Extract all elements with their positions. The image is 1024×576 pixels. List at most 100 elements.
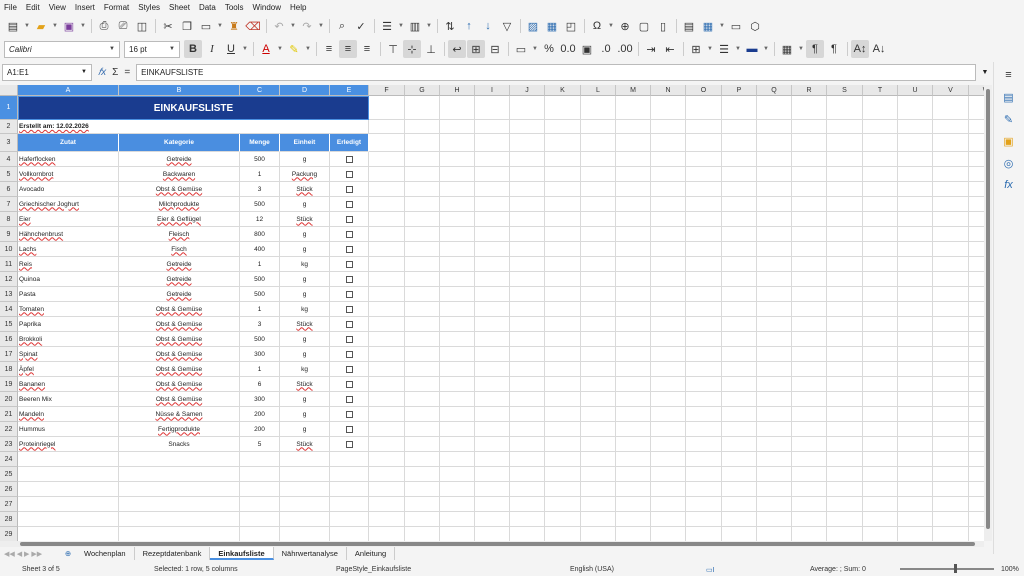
cell[interactable] bbox=[686, 377, 722, 392]
ingredient-cell[interactable]: Paprika bbox=[18, 317, 119, 332]
cell[interactable] bbox=[510, 332, 545, 347]
chevron-down-icon[interactable]: ▼ bbox=[276, 40, 284, 58]
chevron-down-icon[interactable]: ▼ bbox=[718, 17, 726, 35]
cell[interactable] bbox=[330, 467, 369, 482]
cell[interactable] bbox=[581, 272, 616, 287]
unit-cell[interactable]: Stück bbox=[280, 182, 330, 197]
center-vertically-icon[interactable]: ⊹ bbox=[403, 40, 421, 58]
cell[interactable] bbox=[440, 362, 475, 377]
copy-icon[interactable]: ❐ bbox=[178, 17, 196, 35]
column-header-k[interactable]: K bbox=[545, 85, 581, 96]
cell[interactable] bbox=[898, 212, 933, 227]
cell[interactable] bbox=[969, 482, 984, 497]
sort-descending-icon[interactable]: ↓ bbox=[479, 17, 497, 35]
cell[interactable] bbox=[510, 287, 545, 302]
cell[interactable] bbox=[898, 242, 933, 257]
cell[interactable] bbox=[280, 527, 330, 541]
cell[interactable] bbox=[616, 302, 651, 317]
cell[interactable] bbox=[405, 362, 440, 377]
cell[interactable] bbox=[651, 96, 686, 120]
cell[interactable] bbox=[792, 467, 827, 482]
cell[interactable] bbox=[827, 167, 863, 182]
cell[interactable] bbox=[933, 167, 969, 182]
cell[interactable] bbox=[405, 437, 440, 452]
unit-cell[interactable]: Stück bbox=[280, 317, 330, 332]
category-cell[interactable]: Getreide bbox=[119, 257, 240, 272]
row-header-26[interactable]: 26 bbox=[0, 482, 18, 497]
borders-icon[interactable]: ⊞ bbox=[687, 40, 705, 58]
cell[interactable] bbox=[545, 287, 581, 302]
cell[interactable] bbox=[119, 467, 240, 482]
cell[interactable] bbox=[792, 167, 827, 182]
checkbox-icon[interactable] bbox=[345, 200, 353, 208]
cell[interactable] bbox=[369, 467, 405, 482]
cell[interactable] bbox=[510, 497, 545, 512]
cell[interactable] bbox=[757, 347, 792, 362]
cell[interactable] bbox=[651, 227, 686, 242]
ingredient-cell[interactable]: Spinat bbox=[18, 347, 119, 362]
cell[interactable] bbox=[545, 167, 581, 182]
cell[interactable] bbox=[119, 452, 240, 467]
cell[interactable] bbox=[863, 377, 898, 392]
cell[interactable] bbox=[863, 242, 898, 257]
cell[interactable] bbox=[792, 482, 827, 497]
cell[interactable] bbox=[545, 437, 581, 452]
cell[interactable] bbox=[686, 134, 722, 152]
cell[interactable] bbox=[863, 482, 898, 497]
cell[interactable] bbox=[792, 182, 827, 197]
cell[interactable] bbox=[827, 497, 863, 512]
cell[interactable] bbox=[369, 377, 405, 392]
cell[interactable] bbox=[18, 497, 119, 512]
cell[interactable] bbox=[510, 347, 545, 362]
cell[interactable] bbox=[898, 347, 933, 362]
cell[interactable] bbox=[440, 120, 475, 134]
ingredient-cell[interactable]: Lachs bbox=[18, 242, 119, 257]
cell[interactable] bbox=[18, 467, 119, 482]
cell[interactable] bbox=[969, 242, 984, 257]
chevron-down-icon[interactable]: ▼ bbox=[216, 17, 224, 35]
cell[interactable] bbox=[969, 257, 984, 272]
cell[interactable] bbox=[510, 197, 545, 212]
cell[interactable] bbox=[616, 134, 651, 152]
cell[interactable] bbox=[969, 347, 984, 362]
chevron-down-icon[interactable]: ▼ bbox=[706, 40, 714, 58]
cell[interactable] bbox=[722, 512, 757, 527]
cell[interactable] bbox=[440, 422, 475, 437]
cell[interactable] bbox=[405, 377, 440, 392]
cell[interactable] bbox=[545, 302, 581, 317]
column-header-s[interactable]: S bbox=[827, 85, 863, 96]
cell[interactable] bbox=[405, 167, 440, 182]
clone-formatting-icon[interactable]: ♜ bbox=[225, 17, 243, 35]
cell[interactable] bbox=[863, 527, 898, 541]
cell[interactable] bbox=[898, 497, 933, 512]
cell[interactable] bbox=[863, 120, 898, 134]
cell[interactable] bbox=[757, 317, 792, 332]
status-page-style[interactable]: PageStyle_Einkaufsliste bbox=[336, 566, 411, 573]
quantity-cell[interactable]: 400 bbox=[240, 242, 280, 257]
chevron-down-icon[interactable]: ▼ bbox=[241, 40, 249, 58]
cell[interactable] bbox=[475, 227, 510, 242]
chevron-down-icon[interactable]: ▼ bbox=[797, 40, 805, 58]
cell[interactable] bbox=[757, 152, 792, 167]
cell[interactable] bbox=[969, 317, 984, 332]
cell[interactable] bbox=[616, 377, 651, 392]
column-header-i[interactable]: I bbox=[475, 85, 510, 96]
cell[interactable] bbox=[898, 332, 933, 347]
cell[interactable] bbox=[757, 437, 792, 452]
column-header-g[interactable]: G bbox=[405, 85, 440, 96]
cell[interactable] bbox=[792, 212, 827, 227]
done-cell[interactable] bbox=[330, 272, 369, 287]
cell[interactable] bbox=[933, 392, 969, 407]
cell[interactable] bbox=[651, 482, 686, 497]
cell[interactable] bbox=[969, 377, 984, 392]
cell[interactable] bbox=[369, 212, 405, 227]
cell[interactable] bbox=[330, 497, 369, 512]
cell[interactable] bbox=[686, 212, 722, 227]
cell[interactable] bbox=[722, 407, 757, 422]
cell[interactable] bbox=[475, 527, 510, 541]
align-right-icon[interactable]: ≡ bbox=[358, 40, 376, 58]
cell[interactable] bbox=[581, 407, 616, 422]
cell[interactable] bbox=[933, 197, 969, 212]
cell[interactable] bbox=[405, 134, 440, 152]
cell[interactable] bbox=[440, 227, 475, 242]
